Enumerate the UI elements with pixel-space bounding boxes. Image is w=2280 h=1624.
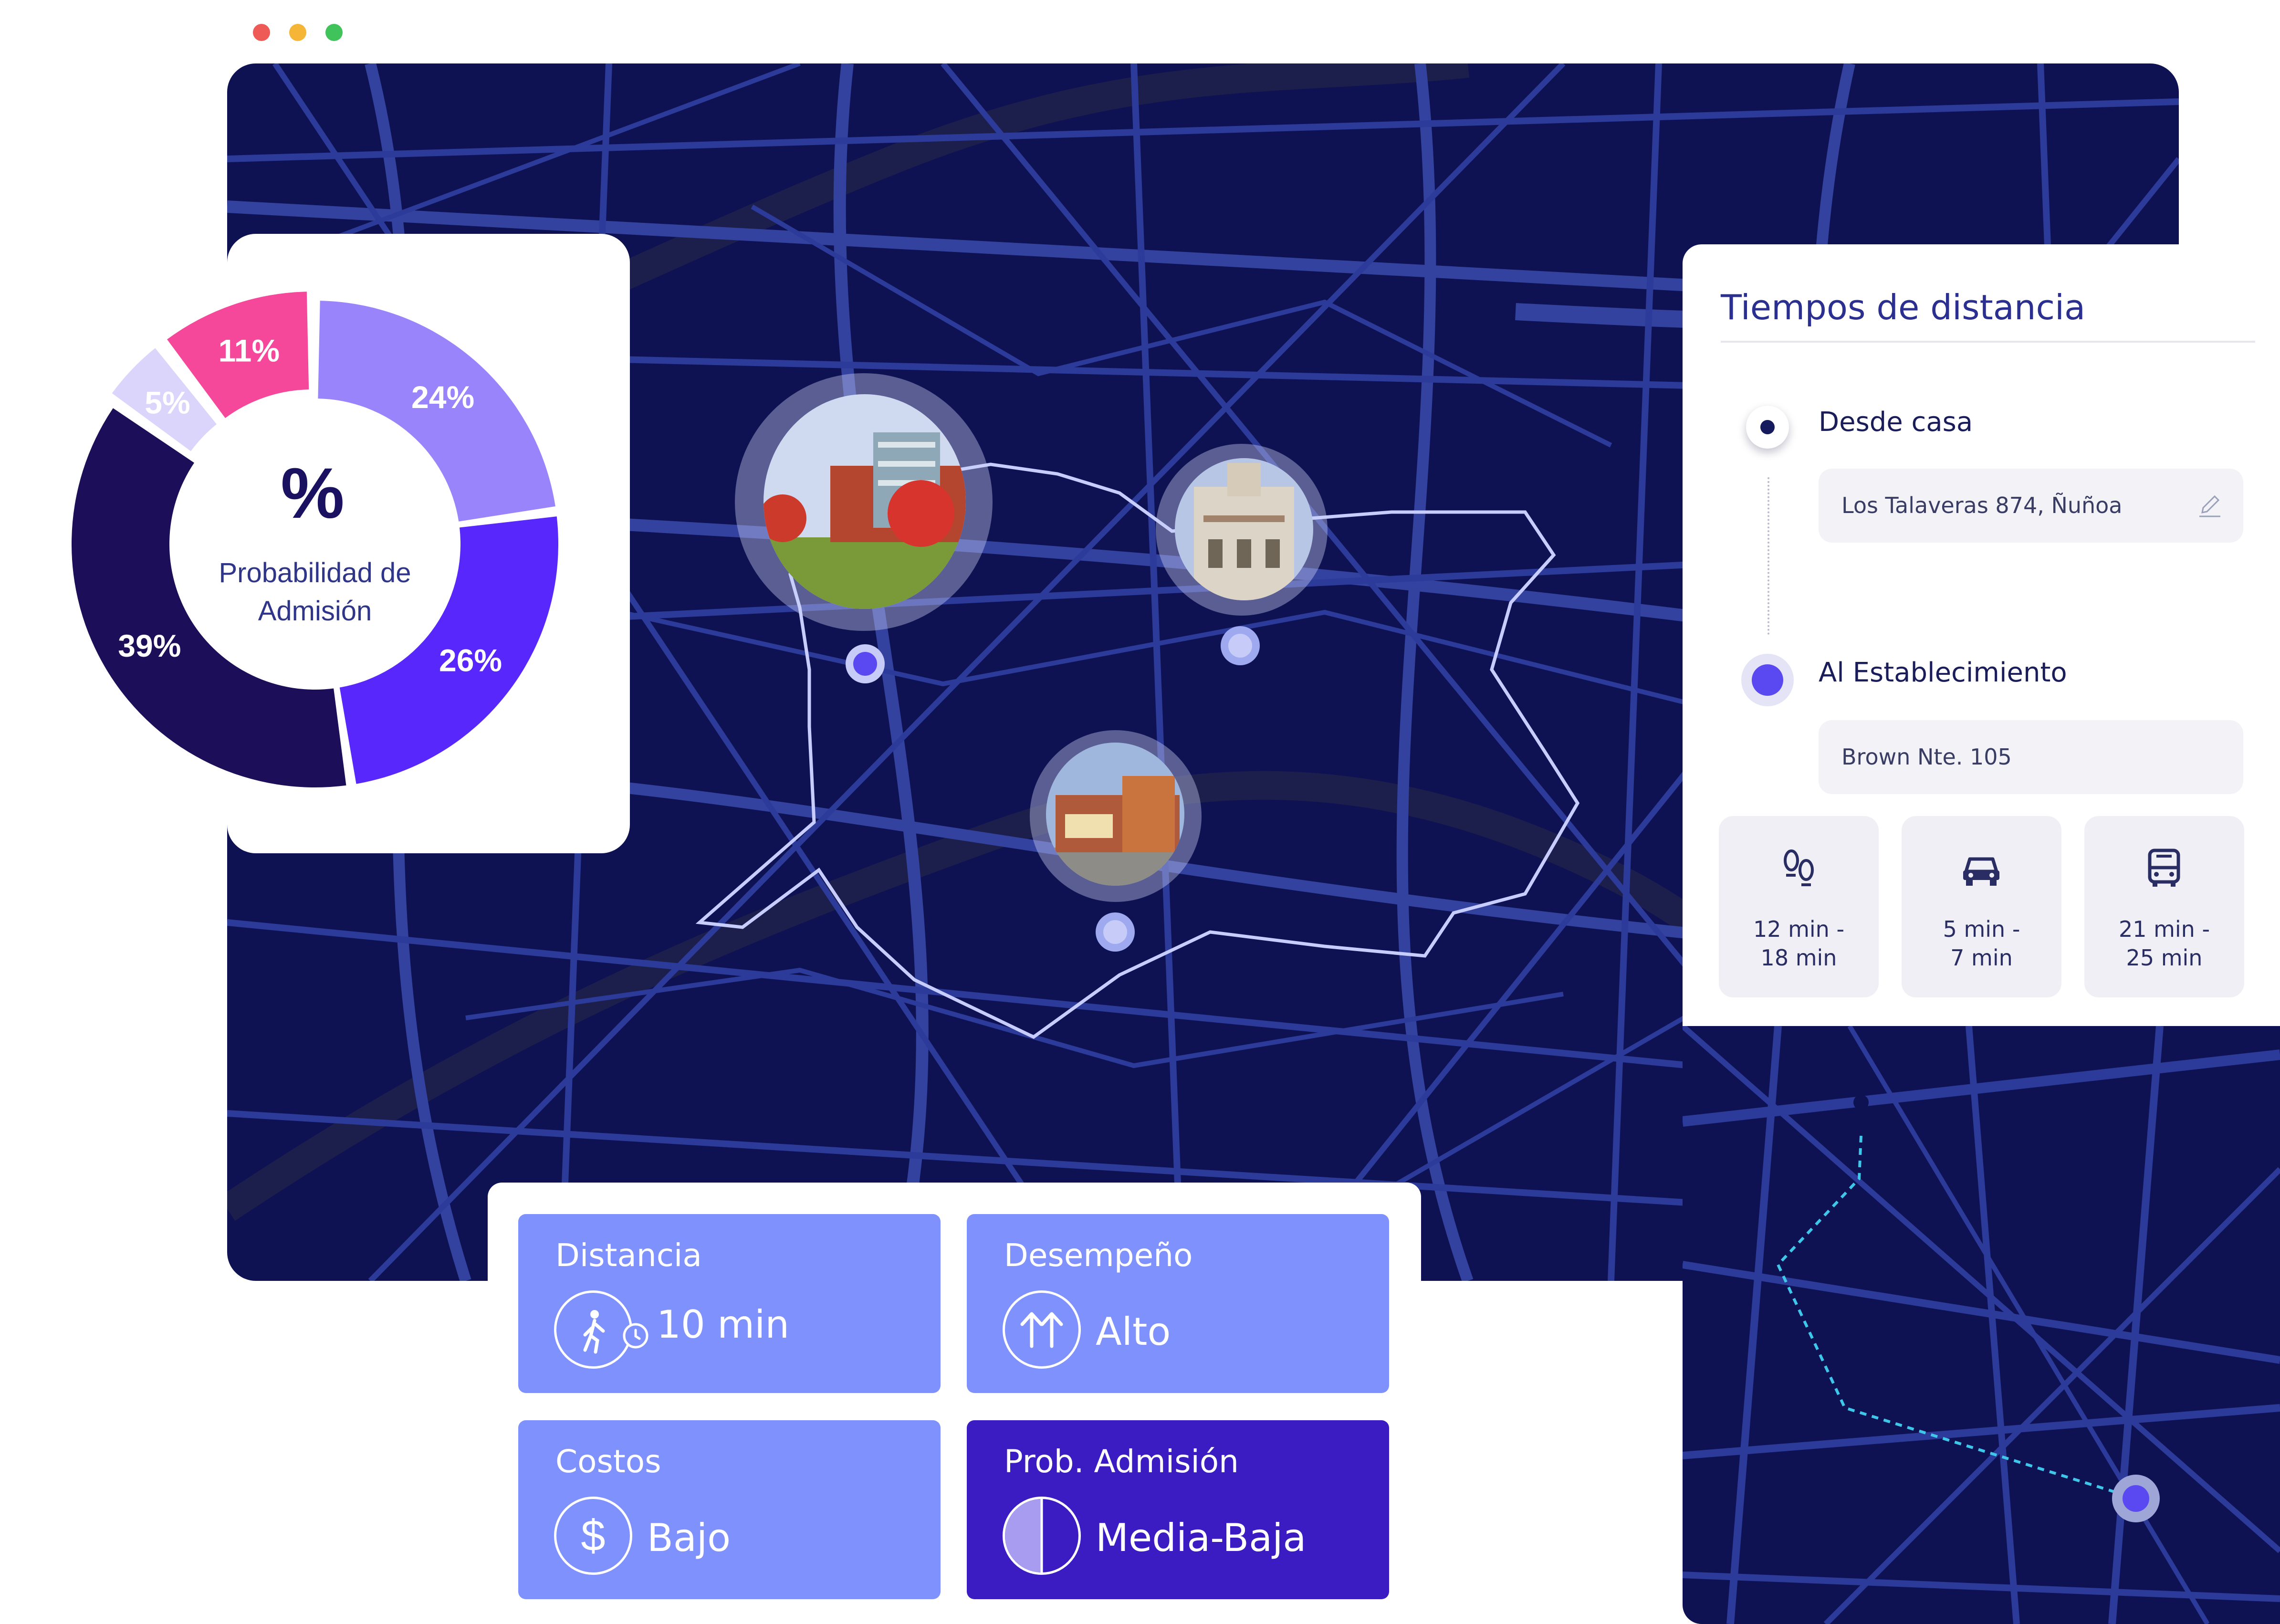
costs-card[interactable]: Costos $ Bajo <box>518 1420 941 1599</box>
donut-label-39: 39% <box>118 628 181 663</box>
bus-time-box[interactable]: 21 min - 25 min <box>2084 816 2244 997</box>
admission-title: Prob. Admisión <box>1004 1443 1239 1480</box>
destination-address-text: Brown Nte. 105 <box>1841 744 2012 770</box>
destination-pin-icon <box>1741 654 1794 706</box>
school-photo-2[interactable] <box>1175 458 1313 600</box>
origin-label: Desde casa <box>1819 407 1973 438</box>
origin-address-text: Los Talaveras 874, Ñuñoa <box>1841 492 2123 518</box>
origin-pin-icon <box>1746 406 1789 449</box>
car-time-max: 7 min <box>1950 945 2013 971</box>
car-time-box[interactable]: 5 min - 7 min <box>1902 816 2061 997</box>
route-map[interactable] <box>1683 1026 2280 1624</box>
school-photo-3[interactable] <box>1046 743 1184 886</box>
school-marker-1-center <box>853 652 877 676</box>
car-time-min: 5 min - <box>1943 916 2020 942</box>
admission-value: Media-Baja <box>1096 1516 1307 1560</box>
footsteps-icon <box>1784 849 1814 886</box>
clock-icon <box>623 1323 648 1349</box>
performance-value: Alto <box>1096 1310 1171 1354</box>
bus-time-max: 25 min <box>2126 945 2203 971</box>
donut-label-24: 24% <box>411 379 474 415</box>
admission-donut-chart: 24% 26% 39% 5% 11% % Probabilidad de Admisió… <box>71 292 559 788</box>
car-icon <box>1963 857 1999 886</box>
up-arrows-icon <box>1003 1290 1081 1369</box>
donut-label-5: 5% <box>145 385 190 420</box>
performance-card[interactable]: Desempeño Alto <box>967 1214 1389 1393</box>
walking-time-box[interactable]: 12 min - 18 min <box>1719 816 1879 997</box>
origin-address-field[interactable]: Los Talaveras 874, Ñuñoa <box>1819 469 2243 543</box>
percent-symbol: % <box>281 453 344 533</box>
costs-value: Bajo <box>647 1516 731 1560</box>
walk-clock-icon <box>554 1290 648 1369</box>
svg-text:$: $ <box>581 1511 605 1560</box>
distance-card[interactable]: Distancia 10 min <box>518 1214 941 1393</box>
travel-times-card: Tiempos de distancia Desde casa Los Tala… <box>1683 244 2280 1029</box>
school-summary-panel: Distancia 10 min Desempeño Alto Costos $… <box>488 1183 1421 1624</box>
dollar-icon: $ <box>554 1497 632 1575</box>
destination-label: Al Establecimiento <box>1819 657 2067 688</box>
donut-label-26: 26% <box>439 642 502 678</box>
school-building-image-3 <box>1046 743 1184 886</box>
walking-time-max: 18 min <box>1760 945 1837 971</box>
school-marker-2-center <box>1228 634 1252 658</box>
school-building-image-2 <box>1175 458 1313 600</box>
route-map-roads <box>1683 1026 2280 1624</box>
school-photo-1[interactable] <box>763 394 966 609</box>
title-divider <box>1721 341 2255 343</box>
costs-title: Costos <box>555 1443 661 1480</box>
performance-title: Desempeño <box>1004 1237 1193 1274</box>
admission-probability-stat-card[interactable]: Prob. Admisión Media-Baja <box>967 1420 1389 1599</box>
travel-times-title: Tiempos de distancia <box>1721 287 2086 327</box>
distance-value: 10 min <box>657 1302 790 1347</box>
distance-title: Distancia <box>555 1237 702 1274</box>
school-building-image-1 <box>763 394 966 609</box>
bus-time-min: 21 min - <box>2118 916 2210 942</box>
bus-icon <box>2148 849 2180 887</box>
donut-label-11: 11% <box>219 333 280 368</box>
destination-address-field[interactable]: Brown Nte. 105 <box>1819 720 2243 794</box>
route-connector <box>1768 477 1769 635</box>
half-circle-icon <box>1003 1497 1081 1575</box>
walking-time-min: 12 min - <box>1753 916 1845 942</box>
chart-center-line2: Admisión <box>258 596 372 627</box>
school-marker-3-center <box>1103 920 1127 944</box>
edit-pencil-icon[interactable] <box>2196 492 2224 520</box>
chart-center-line1: Probabilidad de <box>219 557 411 588</box>
